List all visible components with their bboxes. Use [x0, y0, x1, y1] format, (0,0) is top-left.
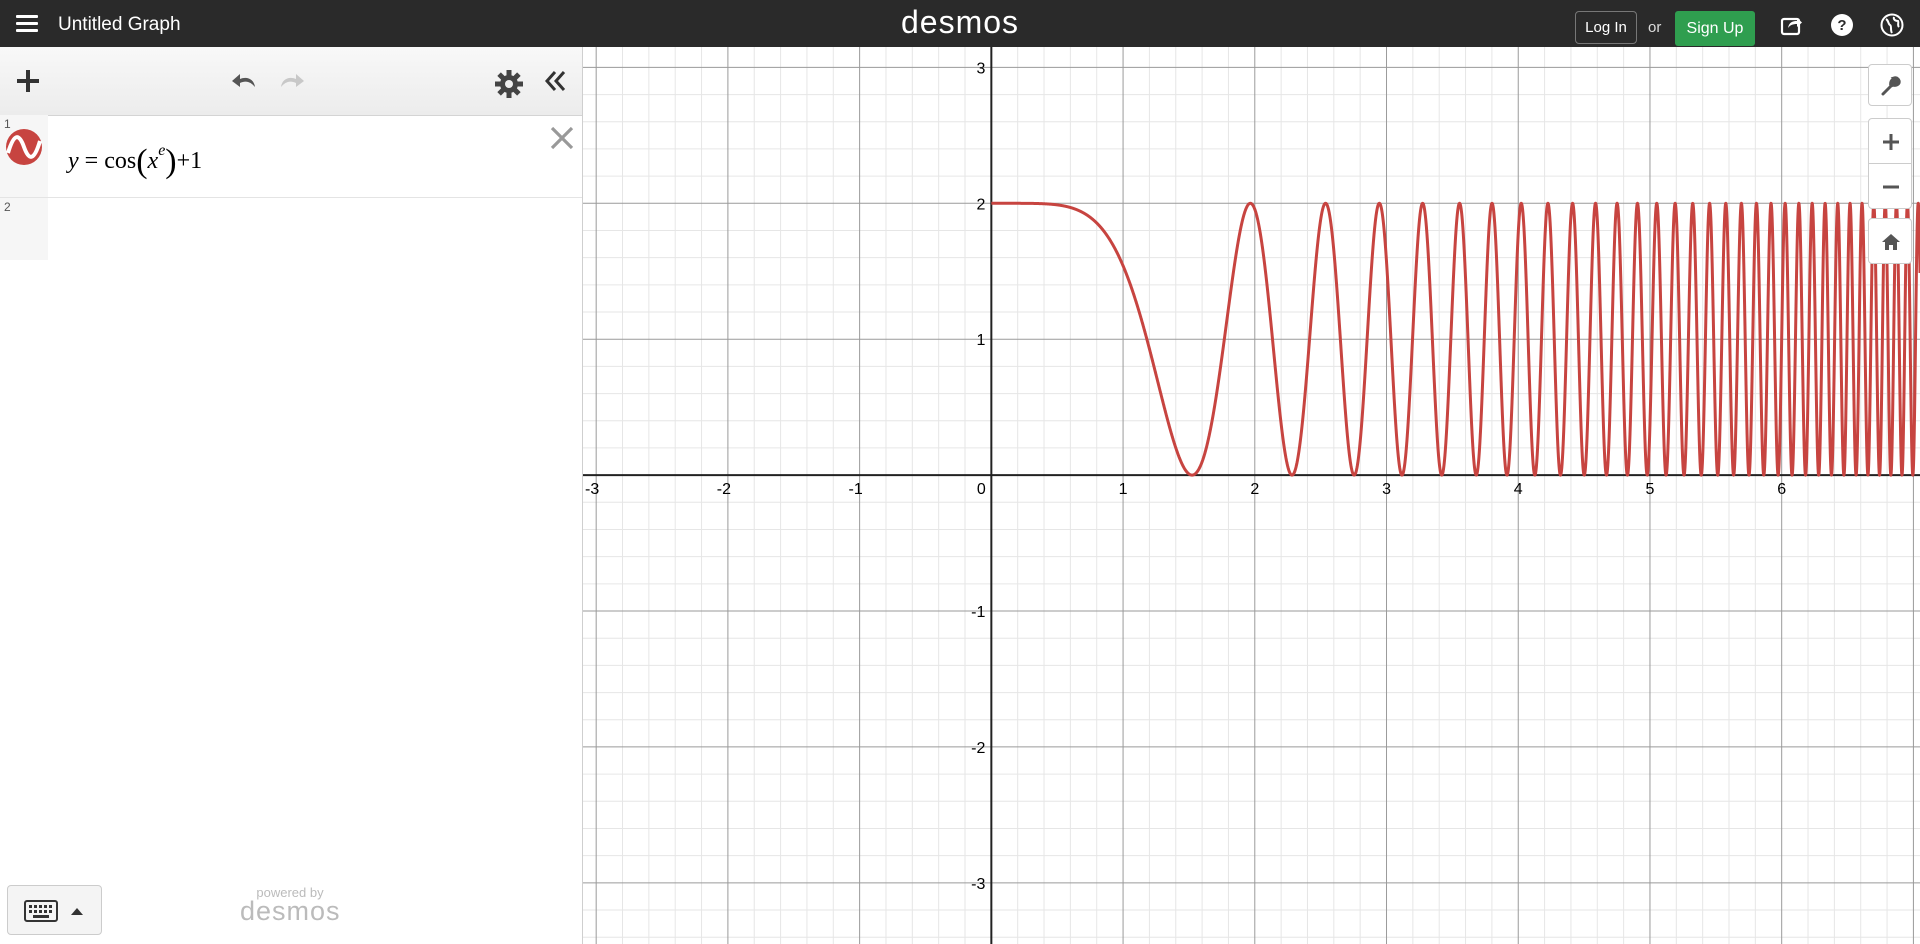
x-tick-label: 5 [1646, 481, 1655, 498]
powered-by-desmos: powered by desmos [240, 885, 340, 927]
zoom-out-minus-icon [1883, 185, 1899, 189]
math-exponent: e [158, 142, 166, 159]
math-equals: = [84, 148, 99, 174]
powered-by-brand: desmos [240, 896, 341, 926]
x-tick-label: -2 [717, 481, 731, 498]
log-in-button[interactable]: Log In [1575, 11, 1637, 44]
graph-visibility-wave-icon[interactable] [4, 127, 44, 167]
x-tick-label: 6 [1777, 481, 1786, 498]
home-icon [1882, 234, 1900, 250]
x-tick-label: -3 [585, 481, 599, 498]
add-item-plus-icon[interactable] [12, 65, 44, 97]
math-tail: +1 [176, 148, 203, 174]
math-lhs: y [68, 148, 79, 174]
delete-expression-close-icon[interactable] [548, 124, 576, 152]
sign-up-button[interactable]: Sign Up [1675, 11, 1755, 46]
x-tick-label: 3 [1382, 481, 1391, 498]
share-icon[interactable] [1780, 13, 1804, 37]
svg-text:?: ? [1837, 17, 1846, 34]
math-paren-close: ) [165, 143, 177, 180]
help-icon[interactable]: ? [1830, 13, 1854, 37]
zoom-in-button[interactable] [1868, 118, 1912, 164]
x-tick-label: 4 [1514, 481, 1523, 498]
settings-gear-icon[interactable] [493, 68, 525, 100]
or-label: or [1648, 19, 1662, 36]
redo-icon[interactable] [275, 65, 307, 97]
math-base: x [147, 148, 159, 174]
y-tick-label: 3 [976, 60, 985, 77]
wrench-icon [1881, 76, 1901, 96]
y-tick-label: 1 [976, 332, 985, 349]
x-tick-label: 0 [977, 481, 986, 498]
caret-up-icon [71, 908, 83, 915]
graph-paper[interactable]: -3 -2 -1 0 1 2 3 4 5 6 3 2 1 -1 -2 -3 [583, 47, 1920, 944]
x-tick-label: 2 [1250, 481, 1259, 498]
math-paren-open: ( [136, 143, 148, 180]
zoom-out-button[interactable] [1868, 163, 1912, 209]
expression-toolbar [0, 47, 582, 116]
keypad-toggle-button[interactable] [7, 885, 102, 935]
y-tick-label: -1 [971, 604, 985, 621]
y-tick-label: -2 [971, 740, 985, 757]
tick-labels: -3 -2 -1 0 1 2 3 4 5 6 3 2 1 -1 -2 -3 [585, 60, 1786, 892]
zoom-in-plus-icon [1883, 134, 1899, 150]
x-tick-label: -1 [849, 481, 863, 498]
collapse-panel-chevrons-icon[interactable] [539, 65, 571, 97]
math-function: cos [104, 148, 137, 174]
expression-list-panel: 1 y = cos(xe)+1 2 powered by desmos [0, 47, 583, 944]
keyboard-icon [24, 900, 58, 922]
graph-title[interactable]: Untitled Graph [58, 14, 181, 36]
graph-settings-wrench-button[interactable] [1868, 64, 1912, 106]
expression-row-empty[interactable]: 2 [0, 198, 582, 260]
graph-canvas[interactable]: -3 -2 -1 0 1 2 3 4 5 6 3 2 1 -1 -2 -3 [583, 47, 1920, 944]
y-tick-label: -3 [971, 876, 985, 893]
language-globe-icon[interactable] [1880, 13, 1904, 37]
hamburger-menu-icon[interactable] [16, 15, 38, 32]
top-bar: Untitled Graph desmos Log In or Sign Up … [0, 0, 1920, 47]
undo-icon[interactable] [229, 65, 261, 97]
expression-math-input[interactable]: y = cos(xe)+1 [68, 142, 203, 181]
y-tick-label: 2 [976, 196, 985, 213]
desmos-logo: desmos [900, 4, 1020, 40]
x-tick-label: 1 [1119, 481, 1128, 498]
default-viewport-home-button[interactable] [1868, 218, 1912, 264]
expression-row[interactable]: 1 y = cos(xe)+1 [0, 115, 582, 198]
expression-number: 2 [4, 200, 11, 214]
